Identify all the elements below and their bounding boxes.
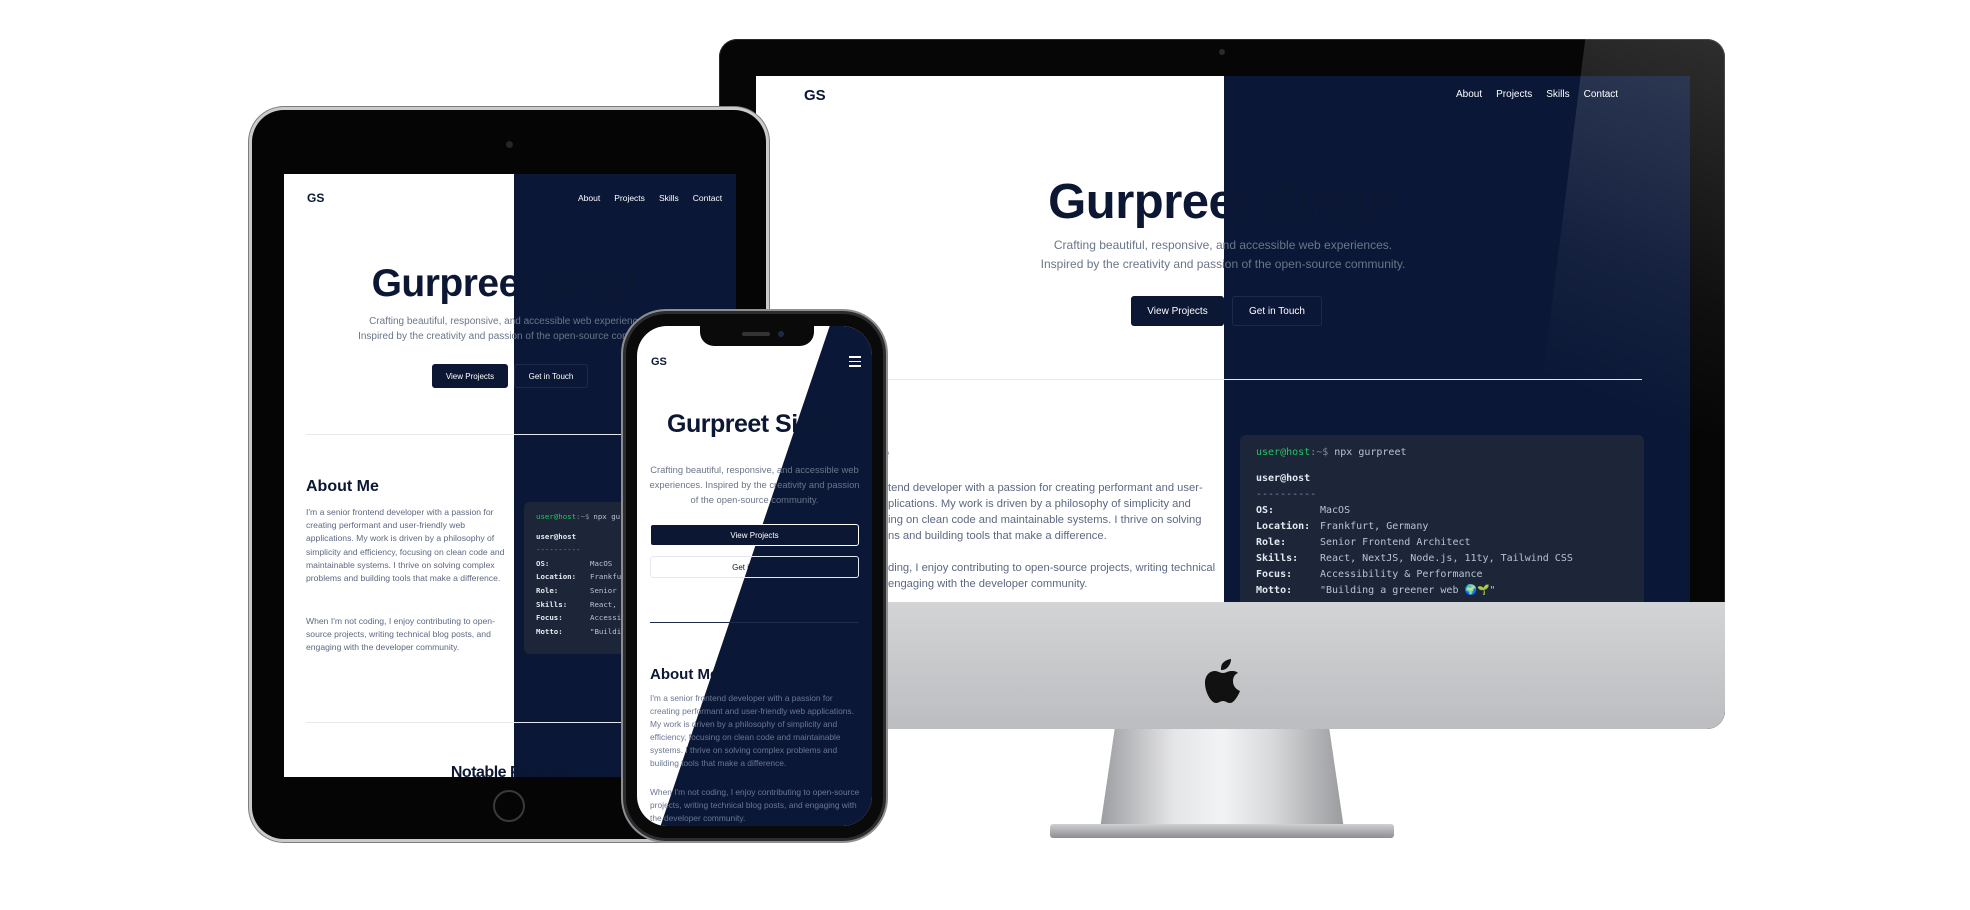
- ipad-home-button: [493, 790, 525, 822]
- nav-projects[interactable]: Projects: [1496, 89, 1532, 100]
- hero-title: Gurpreet Singh: [667, 410, 842, 438]
- about-paragraph-1: I'm a senior frontend developer with a p…: [306, 507, 505, 584]
- nav-skills[interactable]: Skills: [1546, 89, 1569, 100]
- about-title: About Me: [650, 666, 719, 683]
- hero-subtitle-1: Crafting beautiful, responsive, and acce…: [1053, 238, 1393, 252]
- hero-title: Gurpreet Singh: [371, 262, 649, 305]
- nav-about[interactable]: About: [578, 193, 600, 203]
- get-in-touch-button[interactable]: Get in Touch: [514, 364, 588, 388]
- about-title: About Me: [306, 478, 379, 495]
- about-paragraph-2: When I'm not coding, I enjoy contributin…: [306, 616, 495, 653]
- hero-title: Gurpreet Singh: [1048, 175, 1398, 229]
- terminal-card: user@host:~$ npx gurpreet user@host -----…: [1240, 435, 1644, 602]
- imac-stand: [1100, 729, 1344, 829]
- nav-about[interactable]: About: [1456, 89, 1482, 100]
- imac-site: GS About Projects Skills Contact Gurpree…: [756, 76, 1690, 602]
- iphone-camera: [778, 331, 784, 337]
- view-projects-button[interactable]: View Projects: [650, 524, 859, 546]
- view-projects-button[interactable]: View Projects: [1131, 296, 1224, 326]
- site-logo[interactable]: GS: [651, 356, 667, 368]
- iphone-notch: [700, 326, 814, 346]
- get-in-touch-button[interactable]: Get in Touch: [1232, 296, 1322, 326]
- site-nav: About Projects Skills Contact: [1430, 89, 1690, 100]
- section-divider: [650, 622, 859, 623]
- hero-subtitle: Crafting beautiful, responsive, and acce…: [649, 464, 860, 505]
- iphone-site: GS Gurpreet Singh Crafting beautiful, re…: [637, 326, 872, 826]
- about-paragraph-1: I'm a senior frontend developer with a p…: [650, 693, 854, 768]
- hamburger-menu-icon[interactable]: [849, 356, 861, 367]
- about-paragraph-2: ding, I enjoy contributing to open-sourc…: [888, 562, 1216, 590]
- iphone-speaker: [742, 332, 770, 336]
- section-divider: [804, 379, 1642, 380]
- about-paragraph-1: tend developer with a passion for creati…: [888, 482, 1203, 542]
- site-logo[interactable]: GS: [307, 191, 324, 205]
- terminal-prompt: user@host:~$ npx gurpreet: [1256, 447, 1407, 458]
- nav-skills[interactable]: Skills: [659, 193, 679, 203]
- iphone-screen: GS Gurpreet Singh Crafting beautiful, re…: [637, 326, 872, 826]
- get-in-touch-button[interactable]: Get in Touch: [650, 556, 859, 578]
- hero-subtitle-2: Inspired by the creativity and passion o…: [1040, 257, 1406, 271]
- imac-foot: [1050, 824, 1394, 838]
- nav-contact[interactable]: Contact: [693, 193, 722, 203]
- apple-logo-icon: [1205, 659, 1240, 703]
- terminal-header: user@host: [1256, 473, 1311, 484]
- imac-screen: GS About Projects Skills Contact Gurpree…: [756, 76, 1690, 602]
- terminal-separator: ----------: [1256, 489, 1317, 500]
- about-paragraph-2: When I'm not coding, I enjoy contributin…: [650, 787, 860, 823]
- nav-contact[interactable]: Contact: [1584, 89, 1618, 100]
- nav-projects[interactable]: Projects: [614, 193, 645, 203]
- site-nav: About Projects Skills Contact: [578, 193, 722, 203]
- imac-camera: [1219, 49, 1225, 55]
- ipad-camera: [506, 141, 513, 148]
- site-logo[interactable]: GS: [804, 87, 826, 104]
- view-projects-button[interactable]: View Projects: [432, 364, 508, 388]
